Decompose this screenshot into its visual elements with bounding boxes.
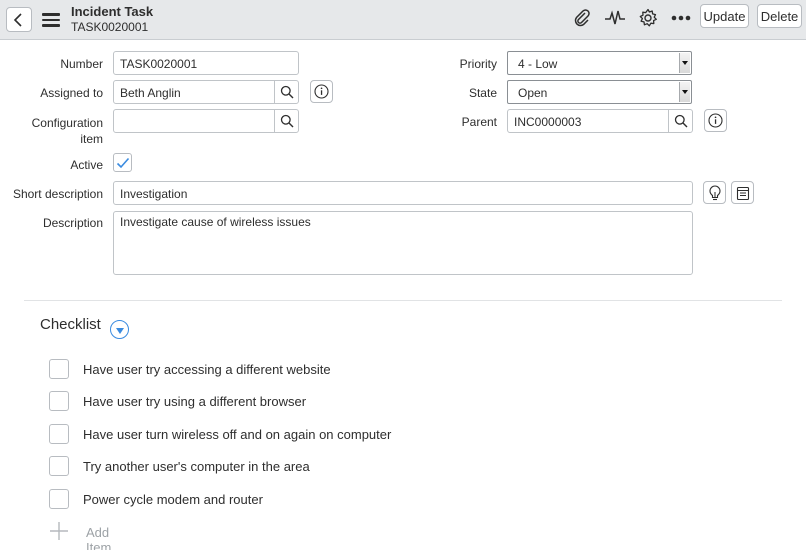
checklist-item-label: Have user try accessing a different webs… (83, 362, 331, 377)
parent-lookup-button[interactable] (668, 110, 692, 132)
number-field[interactable]: TASK0020001 (113, 51, 299, 75)
configuration-item-label-line1: Configuration (31, 116, 103, 130)
short-description-label: Short description (12, 187, 103, 201)
configuration-item-field[interactable] (113, 109, 299, 133)
chevron-down-icon (679, 82, 690, 102)
state-label: State (468, 86, 497, 100)
back-icon (13, 12, 22, 27)
state-value: Open (518, 86, 548, 100)
checklist-item-label: Have user try using a different browser (83, 394, 307, 409)
checklist-item-label: Try another user's computer in the area (83, 459, 310, 474)
paperclip-icon[interactable] (570, 6, 594, 30)
menu-icon[interactable] (42, 13, 60, 27)
active-checkbox[interactable] (113, 153, 132, 172)
priority-label: Priority (459, 57, 497, 71)
more-icon[interactable] (669, 6, 693, 30)
assigned-to-field[interactable]: Beth Anglin (113, 80, 299, 104)
delete-button[interactable]: Delete (757, 4, 802, 28)
chevron-down-icon (679, 53, 690, 73)
book-icon (736, 186, 749, 200)
checklist-item-checkbox[interactable] (49, 456, 69, 476)
checklist-title: Checklist (40, 316, 101, 333)
description-label: Description (42, 216, 103, 230)
description-field[interactable]: Investigate cause of wireless issues (113, 211, 693, 275)
section-divider (24, 300, 782, 301)
record-number: TASK0020001 (71, 20, 149, 34)
configuration-item-lookup-button[interactable] (274, 110, 298, 132)
configuration-item-label: Configuration item (20, 115, 103, 147)
parent-info-button[interactable] (704, 109, 727, 132)
checklist-item-checkbox[interactable] (49, 489, 69, 509)
assigned-to-info-button[interactable] (310, 80, 333, 103)
assigned-to-label: Assigned to (40, 86, 103, 100)
priority-value: 4 - Low (518, 57, 558, 71)
form-header: Incident Task TASK0020001 Update Delete (0, 0, 806, 40)
state-select[interactable]: Open (507, 80, 692, 104)
active-label: Active (70, 158, 103, 172)
back-button[interactable] (6, 7, 32, 32)
gear-icon[interactable] (636, 6, 660, 30)
short-description-field[interactable]: Investigation (113, 181, 693, 205)
assigned-to-lookup-button[interactable] (274, 81, 298, 103)
parent-label: Parent (461, 115, 497, 129)
parent-value: INC0000003 (514, 115, 582, 129)
add-item-input[interactable]: Add Item (86, 525, 111, 550)
form-title: Incident Task (71, 4, 154, 19)
info-icon (708, 113, 723, 128)
parent-field[interactable]: INC0000003 (507, 109, 693, 133)
search-icon (280, 114, 293, 128)
knowledge-button[interactable] (731, 181, 754, 204)
assigned-to-value: Beth Anglin (120, 86, 181, 100)
checklist-toggle-icon[interactable] (110, 320, 129, 339)
number-label: Number (60, 57, 103, 71)
checklist-item-checkbox[interactable] (49, 359, 69, 379)
checklist-item-checkbox[interactable] (49, 424, 69, 444)
checklist-item-label: Have user turn wireless off and on again… (83, 427, 392, 442)
search-icon (280, 85, 293, 99)
lightbulb-icon (708, 185, 721, 200)
search-icon (674, 114, 687, 128)
activity-icon[interactable] (603, 6, 627, 30)
plus-icon[interactable] (49, 521, 69, 541)
configuration-item-label-line2: item (80, 132, 103, 146)
suggestion-button[interactable] (703, 181, 726, 204)
checklist-item-checkbox[interactable] (49, 391, 69, 411)
checkmark-icon (116, 157, 129, 168)
priority-select[interactable]: 4 - Low (507, 51, 692, 75)
checklist-item-label: Power cycle modem and router (83, 492, 263, 507)
update-button[interactable]: Update (700, 4, 749, 28)
info-icon (314, 84, 329, 99)
